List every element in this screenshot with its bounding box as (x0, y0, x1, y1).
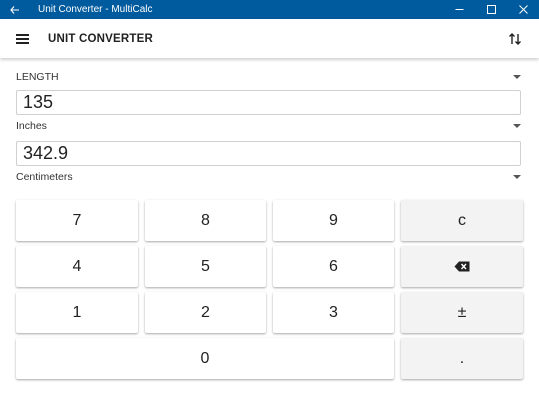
swap-units-icon[interactable] (507, 31, 523, 47)
maximize-icon (486, 5, 496, 14)
from-unit-dropdown[interactable]: Inches (16, 117, 523, 135)
page-title: UNIT CONVERTER (48, 32, 154, 45)
window-titlebar: Unit Converter - MultiCalc (0, 0, 539, 19)
key-8[interactable]: 8 (145, 200, 266, 241)
app-bar: UNIT CONVERTER (0, 19, 539, 58)
category-label: LENGTH (16, 71, 59, 83)
clear-button[interactable]: c (401, 200, 523, 241)
key-6[interactable]: 6 (273, 246, 394, 287)
key-0[interactable]: 0 (16, 338, 394, 379)
key-2[interactable]: 2 (145, 292, 266, 333)
key-7[interactable]: 7 (16, 200, 138, 241)
to-unit-label: Centimeters (16, 171, 73, 183)
backspace-button[interactable] (401, 246, 523, 287)
to-unit-dropdown[interactable]: Centimeters (16, 168, 523, 186)
decimal-button[interactable]: . (401, 338, 523, 379)
hamburger-menu-icon[interactable] (16, 32, 34, 46)
chevron-down-icon (513, 75, 521, 79)
key-5[interactable]: 5 (145, 246, 266, 287)
key-1[interactable]: 1 (16, 292, 138, 333)
window-title: Unit Converter - MultiCalc (38, 4, 153, 15)
plus-minus-button[interactable]: ± (401, 292, 523, 333)
from-value-field[interactable]: 135 (16, 90, 521, 115)
category-dropdown[interactable]: LENGTH (16, 68, 523, 86)
key-9[interactable]: 9 (273, 200, 394, 241)
back-button[interactable] (0, 0, 30, 19)
maximize-button[interactable] (475, 0, 507, 19)
to-value-field[interactable]: 342.9 (16, 141, 521, 166)
minimize-icon (455, 9, 463, 10)
close-icon (518, 5, 528, 14)
chevron-down-icon (513, 175, 521, 179)
key-4[interactable]: 4 (16, 246, 138, 287)
from-unit-label: Inches (16, 120, 47, 132)
chevron-down-icon (513, 124, 521, 128)
backspace-icon (454, 261, 470, 272)
key-3[interactable]: 3 (273, 292, 394, 333)
minimize-button[interactable] (443, 0, 475, 19)
arrow-left-icon (10, 5, 19, 14)
close-button[interactable] (507, 0, 539, 19)
